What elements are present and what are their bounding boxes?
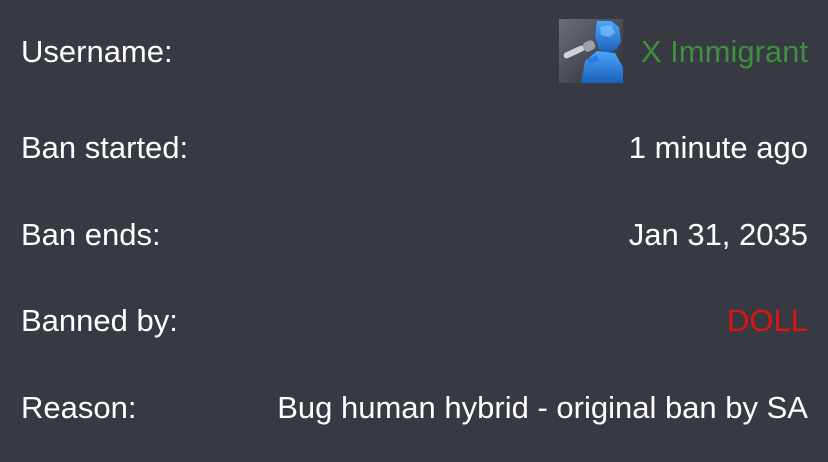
ban-ends-label: Ban ends: bbox=[21, 216, 161, 252]
banned-by-label: Banned by: bbox=[21, 302, 178, 338]
username-label: Username: bbox=[21, 33, 173, 69]
reason-value: Bug human hybrid - original ban by SA bbox=[277, 389, 808, 425]
ban-started-value: 1 minute ago bbox=[628, 129, 808, 165]
user-avatar-icon[interactable] bbox=[558, 19, 623, 83]
username-link[interactable]: X Immigrant bbox=[641, 36, 808, 67]
ban-ends-value: Jan 31, 2035 bbox=[628, 216, 808, 252]
ban-details-panel: Username: X Immigrant Ban started: 1 min… bbox=[0, 0, 828, 462]
reason-row: Reason: Bug human hybrid - original ban … bbox=[21, 387, 808, 427]
ban-started-label: Ban started: bbox=[21, 129, 189, 165]
banned-by-row: Banned by: DOLL bbox=[21, 300, 808, 340]
ban-started-row: Ban started: 1 minute ago bbox=[21, 127, 808, 167]
ban-ends-row: Ban ends: Jan 31, 2035 bbox=[21, 214, 808, 254]
moderator-link[interactable]: DOLL bbox=[727, 305, 808, 336]
reason-label: Reason: bbox=[21, 389, 137, 425]
username-row: Username: X Immigrant bbox=[21, 18, 808, 84]
username-value: X Immigrant bbox=[558, 19, 808, 83]
